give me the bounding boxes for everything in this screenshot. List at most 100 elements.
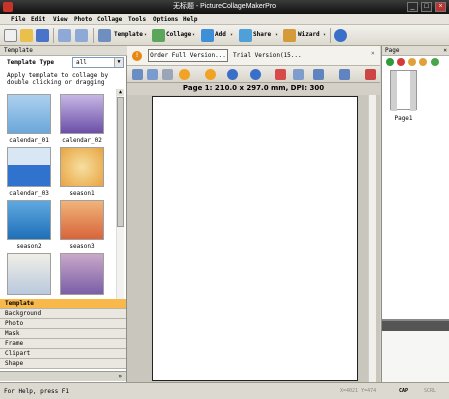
template-thumb-season1[interactable] [60, 147, 104, 187]
send-backward-icon[interactable] [205, 69, 216, 80]
align-icon[interactable] [313, 69, 324, 80]
minimize-button[interactable]: _ [407, 2, 418, 12]
close-button[interactable]: × [435, 2, 446, 12]
collage-page[interactable] [152, 96, 358, 381]
delete-tool-icon[interactable] [162, 69, 173, 80]
panel-header: Template [0, 46, 127, 56]
chevron-down-icon[interactable]: ▼ [114, 58, 123, 67]
template-thumb-season3[interactable] [60, 200, 104, 240]
trial-text: Trial Version(15... [233, 52, 302, 59]
panel-splitter[interactable] [382, 319, 449, 331]
menu-edit[interactable]: Edit [31, 16, 45, 23]
rotate-left-icon[interactable] [227, 69, 238, 80]
page-caption: Page1 [394, 115, 413, 122]
delete-page-icon[interactable] [397, 58, 405, 66]
wizard-icon[interactable] [283, 29, 296, 42]
redo-icon[interactable] [75, 29, 88, 42]
template-thumb[interactable] [7, 253, 51, 295]
close-icon[interactable]: × [371, 50, 379, 59]
menu-file[interactable]: File [11, 16, 25, 23]
distribute-icon[interactable] [339, 69, 350, 80]
remove-icon[interactable] [275, 69, 286, 80]
collage-button[interactable]: Collage [166, 31, 191, 38]
template-button[interactable]: Template [114, 31, 143, 38]
template-thumb-calendar-03[interactable] [7, 147, 51, 187]
wizard-dropdown-icon[interactable]: ▾ [323, 32, 326, 38]
template-thumb-calendar-01[interactable] [7, 94, 51, 134]
select-tool-icon[interactable] [132, 69, 143, 80]
page-thumbnail[interactable] [390, 70, 417, 111]
menu-view[interactable]: View [53, 16, 67, 23]
close-icon[interactable]: × [443, 46, 447, 56]
canvas-toolbar [127, 66, 380, 83]
template-type-label: Template Type [7, 59, 54, 66]
thumb-caption: calendar_02 [62, 137, 102, 144]
thumb-caption: calendar_01 [9, 137, 49, 144]
scroll-thumb[interactable] [117, 97, 124, 227]
status-help-text: For Help, press F1 [4, 388, 70, 395]
share-icon[interactable] [239, 29, 252, 42]
thumb-caption: season2 [16, 243, 42, 250]
collage-icon[interactable] [152, 29, 165, 42]
page-panel-title: Page [385, 47, 400, 54]
thumb-caption: season3 [69, 243, 95, 250]
save-icon[interactable] [36, 29, 49, 42]
expand-categories-button[interactable]: » [0, 371, 126, 381]
info-icon: ! [132, 51, 142, 61]
menu-help[interactable]: Help [183, 16, 197, 23]
page-info: Page 1: 210.0 x 297.0 mm, DPI: 300 [182, 84, 325, 92]
page-panel: Page × Page1 [381, 46, 449, 382]
category-template[interactable]: Template [0, 299, 126, 309]
order-full-version-button[interactable]: Order Full Version... [148, 49, 228, 62]
menu-photo[interactable]: Photo [74, 16, 92, 23]
add-dropdown-icon[interactable]: ▾ [230, 32, 233, 38]
bring-forward-icon[interactable] [179, 69, 190, 80]
category-frame[interactable]: Frame [0, 339, 126, 349]
template-type-value: all [76, 59, 87, 66]
app-icon [3, 2, 13, 12]
template-thumb[interactable] [60, 253, 104, 295]
share-dropdown-icon[interactable]: ▾ [275, 32, 278, 38]
close-canvas-icon[interactable] [365, 69, 376, 80]
category-shape[interactable]: Shape [0, 359, 126, 369]
template-panel: Template Template Type all ▼ Apply templ… [0, 46, 127, 382]
template-type-select[interactable]: all ▼ [72, 57, 124, 68]
share-button[interactable]: Share [253, 31, 271, 38]
undo-icon[interactable] [58, 29, 71, 42]
category-photo[interactable]: Photo [0, 319, 126, 329]
open-icon[interactable] [20, 29, 33, 42]
crop-tool-icon[interactable] [147, 69, 158, 80]
menu-tools[interactable]: Tools [128, 16, 146, 23]
refresh-icon[interactable] [431, 58, 439, 66]
page-down-icon[interactable] [419, 58, 427, 66]
window-title: 无标题 - PictureCollageMakerPro [172, 3, 277, 10]
scroll-up-icon[interactable]: ▲ [117, 89, 124, 96]
category-clipart[interactable]: Clipart [0, 349, 126, 359]
maximize-button[interactable]: □ [421, 2, 432, 12]
flip-icon[interactable] [293, 69, 304, 80]
menu-bar: File Edit View Photo Collage Tools Optio… [0, 14, 449, 25]
template-thumb-season2[interactable] [7, 200, 51, 240]
menu-collage[interactable]: Collage [97, 16, 122, 23]
rotate-right-icon[interactable] [250, 69, 261, 80]
thumb-caption: season1 [69, 190, 95, 197]
title-bar: 无标题 - PictureCollageMakerPro _ □ × [0, 0, 449, 14]
new-icon[interactable] [4, 29, 17, 42]
template-hint: Apply template to collage by double clic… [7, 72, 109, 86]
template-icon[interactable] [98, 29, 111, 42]
add-page-icon[interactable] [386, 58, 394, 66]
page-up-icon[interactable] [408, 58, 416, 66]
canvas-scrollbar[interactable] [368, 95, 376, 382]
category-mask[interactable]: Mask [0, 329, 126, 339]
thumb-caption: calendar_03 [9, 190, 49, 197]
collage-dropdown-icon[interactable]: ▾ [192, 32, 195, 38]
help-icon[interactable] [334, 29, 347, 42]
template-thumb-calendar-02[interactable] [60, 94, 104, 134]
template-dropdown-icon[interactable]: ▾ [144, 32, 147, 38]
add-icon[interactable] [201, 29, 214, 42]
status-bar: For Help, press F1 X=4021 Y=474 CAP SCRL [0, 382, 449, 399]
menu-options[interactable]: Options [153, 16, 178, 23]
add-button[interactable]: Add [215, 31, 226, 38]
wizard-button[interactable]: Wizard [298, 31, 320, 38]
category-background[interactable]: Background [0, 309, 126, 319]
